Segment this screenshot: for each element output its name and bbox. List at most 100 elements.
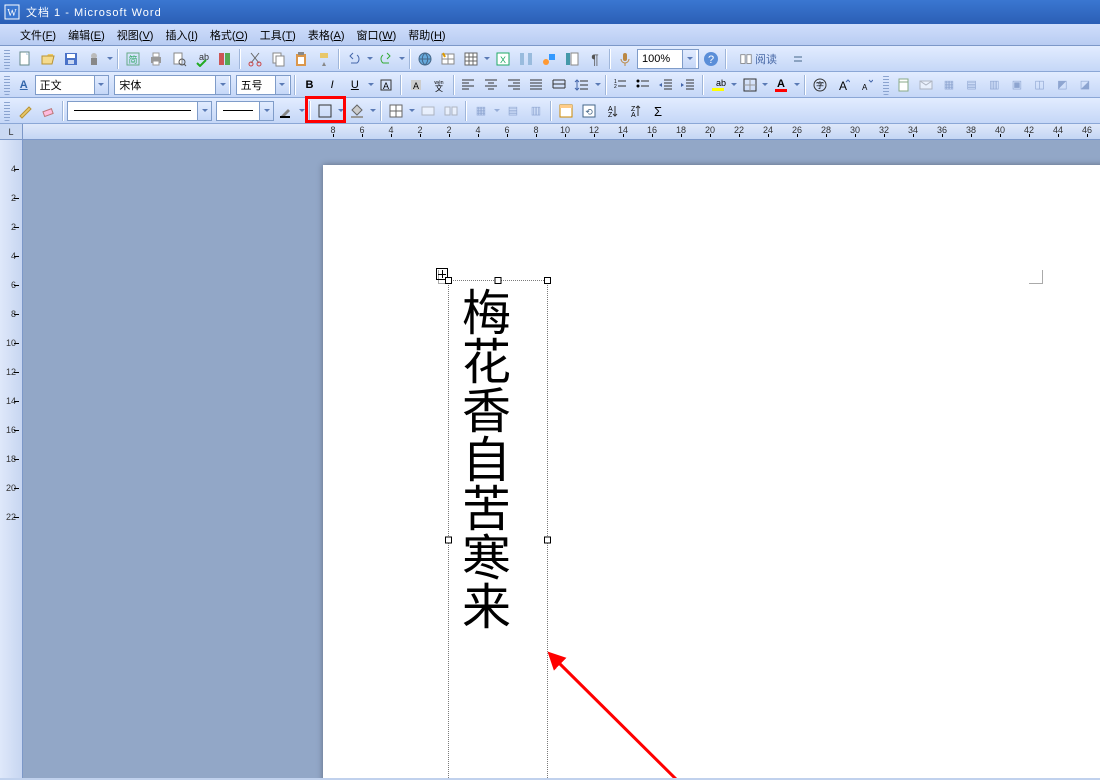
print-button[interactable] xyxy=(145,48,167,70)
font-size-input[interactable] xyxy=(237,79,275,91)
copy-button[interactable] xyxy=(267,48,289,70)
resize-handle-tm[interactable] xyxy=(495,277,502,284)
redo-button[interactable] xyxy=(375,48,397,70)
bold-button[interactable]: B xyxy=(299,74,321,96)
permission-dropdown[interactable] xyxy=(106,48,114,70)
menu-window[interactable]: 窗口(W) xyxy=(351,25,403,45)
char-border-button[interactable]: A xyxy=(376,74,398,96)
number-list-button[interactable]: 12 xyxy=(610,74,632,96)
insert-table-button-2[interactable] xyxy=(385,100,407,122)
print-preview-button[interactable] xyxy=(168,48,190,70)
menu-insert[interactable]: 插入(I) xyxy=(159,25,203,45)
columns-button[interactable] xyxy=(515,48,537,70)
zoom-combo[interactable] xyxy=(637,49,699,69)
align-right-button[interactable] xyxy=(503,74,525,96)
resize-handle-lm[interactable] xyxy=(445,537,452,544)
char-shading-button[interactable]: A xyxy=(405,74,427,96)
format-painter-button[interactable] xyxy=(313,48,335,70)
research-button[interactable] xyxy=(214,48,236,70)
mailmerge-match-fields-button[interactable]: ◩ xyxy=(1051,74,1073,96)
font-color-button[interactable]: A xyxy=(770,74,792,96)
zoom-input[interactable] xyxy=(638,53,682,65)
draw-table-button[interactable] xyxy=(14,100,36,122)
line-spacing-dropdown[interactable] xyxy=(594,74,602,96)
line-weight-dropdown[interactable] xyxy=(259,102,273,120)
hyperlink-button[interactable] xyxy=(414,48,436,70)
mailmerge-main-doc-button[interactable] xyxy=(893,74,915,96)
font-color-dropdown[interactable] xyxy=(793,74,801,96)
border-color-button[interactable] xyxy=(275,100,297,122)
underline-button[interactable]: U xyxy=(344,74,366,96)
toolbar-grip[interactable] xyxy=(883,75,889,95)
zoom-dropdown[interactable] xyxy=(682,50,696,68)
line-style-combo[interactable] xyxy=(67,101,212,121)
font-input[interactable] xyxy=(115,79,215,91)
document-scroll[interactable]: 梅花香自苦寒来 xyxy=(23,140,1100,778)
highlight-dropdown[interactable] xyxy=(730,74,738,96)
mailmerge-insert-button[interactable]: ▣ xyxy=(1006,74,1028,96)
phonetic-guide-button[interactable]: wén文 xyxy=(428,74,450,96)
insert-table-button[interactable] xyxy=(460,48,482,70)
eraser-button[interactable] xyxy=(37,100,59,122)
shading-color-button[interactable] xyxy=(346,100,368,122)
shrink-font-button[interactable]: A xyxy=(854,74,876,96)
toolbar-grip[interactable] xyxy=(4,75,10,95)
shading-color-dropdown[interactable] xyxy=(369,100,377,122)
decrease-indent-button[interactable] xyxy=(655,74,677,96)
line-spacing-button[interactable] xyxy=(571,74,593,96)
font-dropdown[interactable] xyxy=(215,76,229,94)
drawing-toolbar-button[interactable] xyxy=(538,48,560,70)
underline-dropdown[interactable] xyxy=(367,74,375,96)
font-combo[interactable] xyxy=(114,75,230,95)
enclose-char-button[interactable]: 字 xyxy=(809,74,831,96)
redo-dropdown[interactable] xyxy=(398,48,406,70)
mailmerge-greeting-button[interactable]: ▥ xyxy=(983,74,1005,96)
page[interactable]: 梅花香自苦寒来 xyxy=(323,165,1100,778)
bullet-list-button[interactable] xyxy=(632,74,654,96)
show-hide-button[interactable]: ¶ xyxy=(584,48,606,70)
permission-button[interactable] xyxy=(83,48,105,70)
menu-help[interactable]: 帮助(H) xyxy=(402,25,451,45)
highlight-button[interactable]: ab xyxy=(707,74,729,96)
undo-dropdown[interactable] xyxy=(366,48,374,70)
style-input[interactable] xyxy=(36,79,94,91)
align-center-button[interactable] xyxy=(480,74,502,96)
resize-handle-tr[interactable] xyxy=(544,277,551,284)
line-style-dropdown[interactable] xyxy=(197,102,211,120)
mailmerge-recipients-button[interactable] xyxy=(915,74,937,96)
undo-button[interactable] xyxy=(343,48,365,70)
speech-button[interactable] xyxy=(614,48,636,70)
open-button[interactable] xyxy=(37,48,59,70)
cell-align-button[interactable]: ▦ xyxy=(470,100,492,122)
menu-view[interactable]: 视图(V) xyxy=(111,25,160,45)
insert-table-dropdown[interactable] xyxy=(483,48,491,70)
toolbar-options[interactable] xyxy=(787,48,809,70)
borders-button[interactable] xyxy=(739,74,761,96)
resize-handle-rm[interactable] xyxy=(544,537,551,544)
text-direction-button[interactable]: ⟲ xyxy=(578,100,600,122)
increase-indent-button[interactable] xyxy=(678,74,700,96)
help-button[interactable]: ? xyxy=(700,48,722,70)
font-size-combo[interactable] xyxy=(236,75,291,95)
grow-font-button[interactable]: A xyxy=(832,74,854,96)
read-button[interactable]: 阅读 xyxy=(730,48,786,70)
menu-tools[interactable]: 工具(T) xyxy=(254,25,302,45)
distribute-cols-button[interactable]: ▥ xyxy=(525,100,547,122)
style-combo[interactable] xyxy=(35,75,110,95)
menu-edit[interactable]: 编辑(E) xyxy=(62,25,111,45)
distribute-rows-button[interactable]: ▤ xyxy=(502,100,524,122)
new-doc-button[interactable] xyxy=(14,48,36,70)
mailmerge-highlight-fields-button[interactable]: ◫ xyxy=(1029,74,1051,96)
font-size-dropdown[interactable] xyxy=(275,76,289,94)
toolbar-grip[interactable] xyxy=(4,101,10,121)
resize-handle-tl[interactable] xyxy=(445,277,452,284)
paste-button[interactable] xyxy=(290,48,312,70)
textbox-content[interactable]: 梅花香自苦寒来 xyxy=(449,281,527,636)
table-autoformat-button[interactable] xyxy=(555,100,577,122)
align-justify-button[interactable] xyxy=(526,74,548,96)
split-cells-button[interactable] xyxy=(440,100,462,122)
horizontal-ruler[interactable]: 8642246810121416182022242628303234363840… xyxy=(23,124,1100,140)
line-weight-combo[interactable] xyxy=(216,101,274,121)
sort-desc-button[interactable]: ZA xyxy=(624,100,646,122)
italic-button[interactable]: I xyxy=(321,74,343,96)
